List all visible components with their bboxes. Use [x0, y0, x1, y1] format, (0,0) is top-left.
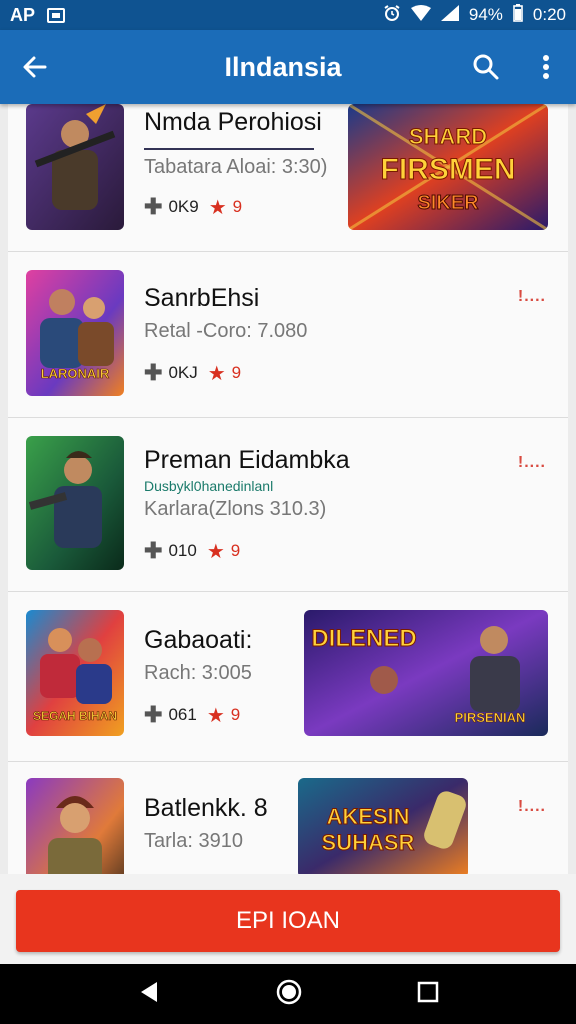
star-icon: ★: [207, 362, 226, 385]
status-badge[interactable]: !....: [518, 798, 546, 816]
nav-recents-button[interactable]: [417, 981, 439, 1008]
banner-line-1: AKESIN: [326, 804, 409, 829]
item-stats: ✚ 0K9 ★ 9: [144, 194, 242, 220]
list-item[interactable]: SEGAH BIHAN Gabaoati: Rach: 3:005 ✚ 061 ★…: [8, 592, 568, 762]
list-item[interactable]: Nmda Perohiosi Tabatara Aloai: 3:30) ✚ 0K…: [8, 104, 568, 252]
plus-icon: ✚: [144, 360, 163, 385]
download-count: 0KJ: [168, 363, 198, 382]
game-thumbnail: [26, 778, 124, 874]
plus-icon: ✚: [144, 194, 163, 219]
game-banner[interactable]: AKESIN SUHASR: [298, 778, 468, 874]
list-item[interactable]: LARONAIR SanrbEhsi Retal -Coro: 7.080 ✚ 0…: [8, 252, 568, 418]
list-item[interactable]: Batlenkk. 8 Tarla: 3910 AKESIN SUHASR !.…: [8, 762, 568, 874]
item-name: Preman Eidambka: [144, 446, 350, 474]
battery-level: 94%: [468, 5, 503, 24]
nav-back-button[interactable]: [137, 980, 161, 1009]
circle-home-icon: [276, 979, 302, 1004]
game-banner[interactable]: DILENED PIRSENIAN: [304, 610, 548, 736]
wifi-icon: [410, 4, 431, 26]
item-stats: ✚ 0KJ ★ 9: [144, 360, 241, 386]
game-thumbnail: LARONAIR: [26, 270, 124, 396]
item-meta: Tabatara Aloai: 3:30): [144, 156, 328, 178]
image-notification-icon: [47, 7, 66, 23]
bottom-action-area: EPI IOAN: [0, 874, 576, 964]
banner-line-2: PIRSENIAN: [455, 710, 526, 725]
plus-icon: ✚: [144, 702, 163, 727]
banner-line-1: DILENED: [311, 625, 416, 652]
status-app-label: AP: [10, 4, 36, 25]
item-divider: [144, 148, 314, 150]
battery-icon: [513, 3, 523, 27]
banner-line-3: SIKER: [417, 192, 479, 214]
item-name: SanrbEhsi: [144, 284, 260, 312]
game-thumbnail: SEGAH BIHAN: [26, 610, 124, 736]
star-icon: ★: [206, 704, 225, 727]
status-bar: AP 94% 0:20: [0, 0, 576, 30]
back-button[interactable]: [0, 30, 70, 104]
item-name: Batlenkk. 8: [144, 794, 268, 822]
status-badge[interactable]: !....: [518, 454, 546, 472]
item-meta: Rach: 3:005: [144, 662, 252, 684]
search-button[interactable]: [456, 30, 516, 104]
more-vert-icon: [543, 55, 549, 79]
signal-icon: [440, 4, 459, 26]
item-subtitle: Dusbykl0hanedinlanl: [144, 478, 274, 494]
star-icon: ★: [208, 196, 227, 219]
alarm-icon: [383, 4, 401, 27]
status-badge[interactable]: !....: [518, 288, 546, 306]
page-title: Ilndansia: [224, 51, 342, 82]
arrow-back-icon: [23, 56, 47, 78]
game-list: Nmda Perohiosi Tabatara Aloai: 3:30) ✚ 0K…: [8, 104, 568, 874]
thumbnail-title: SEGAH BIHAN: [33, 709, 117, 723]
item-meta: Tarla: 3910: [144, 830, 243, 852]
download-count: 0K9: [168, 197, 199, 216]
overflow-menu-button[interactable]: [516, 30, 576, 104]
item-name: Gabaoati:: [144, 626, 253, 654]
item-name: Nmda Perohiosi: [144, 108, 322, 136]
item-stats: ✚ 010 ★ 9: [144, 538, 240, 564]
list-item[interactable]: Preman Eidambka Dusbykl0hanedinlanl Karl…: [8, 418, 568, 592]
rating-value: 9: [231, 363, 242, 382]
game-banner[interactable]: SHARD FIRSMEN SIKER: [348, 104, 548, 230]
download-count: 061: [168, 705, 197, 724]
app-screen: AP 94% 0:20 Ilndansia Nmda Perohiosi Tab…: [0, 0, 576, 1024]
clock: 0:20: [532, 5, 566, 24]
item-stats: ✚ 061 ★ 9: [144, 702, 240, 728]
app-bar: Ilndansia: [0, 30, 576, 104]
banner-line-1: SHARD: [409, 124, 487, 149]
nav-home-button[interactable]: [275, 978, 303, 1011]
search-icon: [473, 54, 499, 80]
square-recents-icon: [417, 981, 439, 1002]
plus-icon: ✚: [144, 538, 163, 563]
item-meta: Karlara(Zlons 310.3): [144, 498, 327, 520]
game-thumbnail: [26, 436, 124, 570]
banner-line-2: SUHASR: [322, 830, 415, 855]
thumbnail-title: LARONAIR: [41, 366, 110, 381]
download-count: 010: [168, 541, 197, 560]
rating-value: 9: [230, 541, 241, 560]
system-nav-bar: [0, 964, 576, 1024]
item-meta: Retal -Coro: 7.080: [144, 320, 308, 342]
game-thumbnail: [26, 104, 124, 230]
banner-line-2: FIRSMEN: [381, 153, 516, 186]
rating-value: 9: [232, 197, 243, 216]
rating-value: 9: [230, 705, 241, 724]
star-icon: ★: [206, 540, 225, 563]
triangle-back-icon: [141, 981, 157, 1002]
primary-action-button[interactable]: EPI IOAN: [16, 890, 560, 952]
